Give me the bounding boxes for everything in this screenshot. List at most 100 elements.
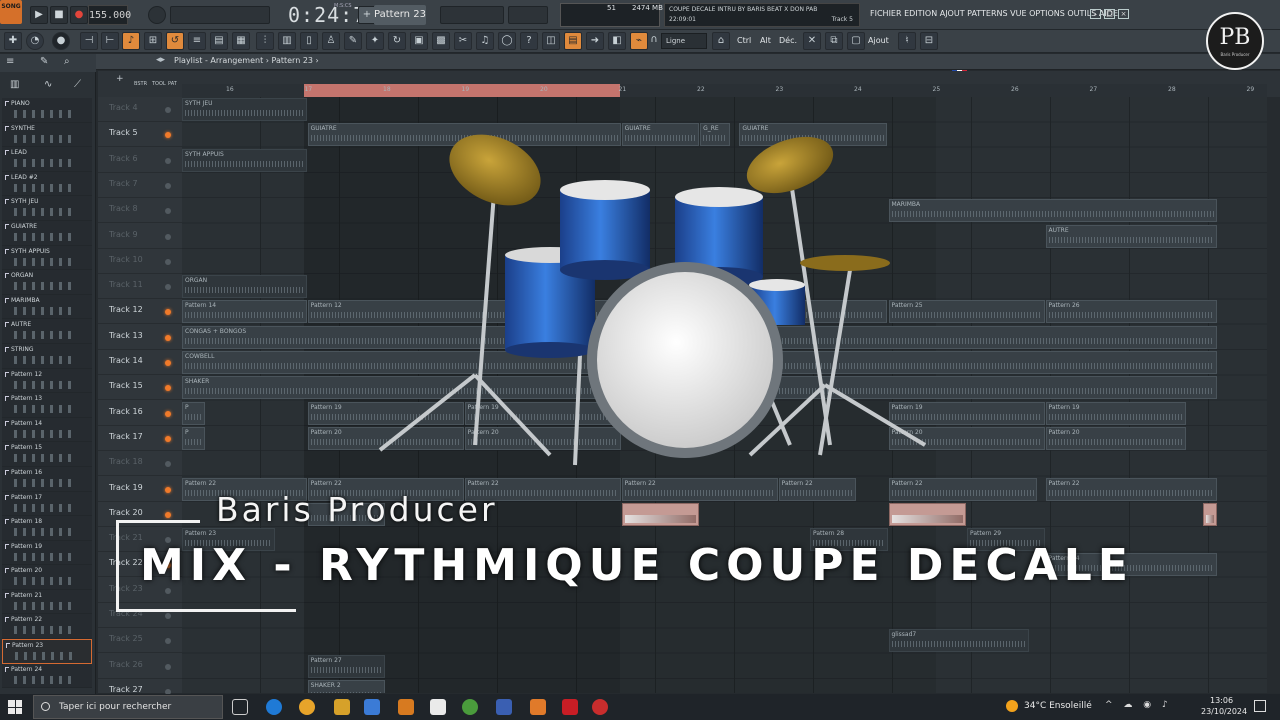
arrow-icon[interactable]: ➜: [586, 32, 604, 50]
playlist-clip[interactable]: AUTRE: [1045, 224, 1218, 248]
paste-icon[interactable]: ▢: [847, 32, 865, 50]
browser-item[interactable]: Pattern 21: [2, 589, 92, 615]
piano-tab-icon[interactable]: ▥: [10, 79, 19, 90]
browser-item[interactable]: ORGAN: [2, 270, 92, 295]
browser-item[interactable]: Pattern 18: [2, 516, 92, 541]
tool-icon-3[interactable]: ♪: [122, 32, 140, 50]
track-header[interactable]: Track 16: [98, 401, 182, 426]
playlist-clip[interactable]: Pattern 22: [621, 477, 778, 501]
save-icon[interactable]: ▣: [410, 32, 428, 50]
export-icon[interactable]: ▩: [432, 32, 450, 50]
file-explorer-icon[interactable]: [334, 699, 350, 715]
playlist-arrow-icon[interactable]: ◂▸: [156, 55, 165, 65]
system-tray-icons[interactable]: ^ ☁ ◉ ♪: [1105, 700, 1172, 710]
browser-search-icon[interactable]: ⌕: [64, 56, 70, 67]
fl-studio-icon[interactable]: [398, 699, 414, 715]
copy-icon[interactable]: ⧉: [825, 32, 843, 50]
browser-item[interactable]: MARIMBA: [2, 294, 92, 320]
track-header[interactable]: Track 18: [98, 451, 182, 477]
chrome-icon[interactable]: [299, 699, 315, 715]
track-header[interactable]: Track 10: [98, 249, 182, 274]
track-mute-led[interactable]: [165, 157, 171, 164]
browser-item[interactable]: Pattern 12: [2, 368, 92, 394]
playlist-clip[interactable]: Pattern 27: [307, 654, 386, 678]
track-mute-led[interactable]: [165, 107, 171, 113]
playlist-clip[interactable]: P: [182, 426, 205, 450]
paint-icon[interactable]: ✦: [366, 32, 384, 50]
mic-rec-icon[interactable]: ♮: [898, 32, 916, 50]
stop-icon[interactable]: ■: [50, 6, 68, 24]
track-header[interactable]: Track 14: [98, 350, 182, 375]
cpu-knob-icon[interactable]: ◔: [26, 32, 44, 50]
plugin-icon[interactable]: ♙: [322, 32, 340, 50]
browser-tool-icon[interactable]: ✎: [40, 56, 48, 67]
playlist-clip[interactable]: [621, 502, 700, 526]
help-icon[interactable]: ?: [520, 32, 538, 50]
browser-item[interactable]: Pattern 17: [2, 491, 92, 517]
pattern-selector[interactable]: Pattern 23: [374, 5, 426, 25]
track-mute-led[interactable]: [165, 258, 171, 265]
add-track-icon[interactable]: +: [116, 74, 124, 84]
track-mute-led[interactable]: [165, 638, 171, 645]
browser-menu-icon[interactable]: ≡: [6, 56, 14, 67]
track-mute-led[interactable]: [165, 360, 171, 366]
track-mute-led[interactable]: [165, 410, 171, 417]
tool-icon-5[interactable]: ↺: [166, 32, 184, 50]
close-icon[interactable]: ×: [1118, 9, 1129, 19]
browser-item[interactable]: Pattern 19: [2, 540, 92, 566]
app-icon-2[interactable]: [496, 699, 512, 715]
tool-icon-4[interactable]: ⊞: [144, 32, 162, 50]
browser-item[interactable]: PIANO: [2, 98, 92, 123]
track-mute-led[interactable]: [165, 486, 171, 493]
record-icon[interactable]: ●: [70, 6, 88, 24]
browser-item[interactable]: LEAD: [2, 147, 92, 172]
track-mute-led[interactable]: [165, 613, 171, 619]
fl-studio-active-icon[interactable]: [530, 699, 546, 715]
browser-item[interactable]: Pattern 14: [2, 417, 92, 443]
dec-button[interactable]: Déc.: [779, 33, 797, 49]
notification-icon[interactable]: [1254, 700, 1266, 712]
track-header[interactable]: Track 25: [98, 628, 182, 654]
track-header[interactable]: Track 4: [98, 97, 182, 122]
swing-slider[interactable]: [508, 6, 548, 24]
track-mute-led[interactable]: [165, 233, 171, 240]
song-mode-button[interactable]: SONG: [0, 0, 22, 24]
browser-item[interactable]: Pattern 13: [2, 393, 92, 418]
stamp-icon[interactable]: ◧: [608, 32, 626, 50]
track-header[interactable]: Track 7: [98, 173, 182, 198]
store-icon[interactable]: [364, 699, 380, 715]
master-pitch-slider[interactable]: [170, 6, 270, 24]
track-header[interactable]: Track 5: [98, 122, 182, 148]
browser-item[interactable]: GUIATRE: [2, 220, 92, 246]
playlist-clip[interactable]: P: [182, 401, 205, 425]
delete-icon[interactable]: ✕: [803, 32, 821, 50]
mixer-icon[interactable]: ⫶: [256, 32, 274, 50]
playlist-scrollbar[interactable]: [1267, 97, 1280, 693]
tool-icon-1[interactable]: ⊣: [80, 32, 98, 50]
track-header[interactable]: Track 19: [98, 477, 182, 502]
playlist-clip[interactable]: [1202, 502, 1218, 526]
ctrl-button[interactable]: Ctrl: [737, 33, 751, 49]
magnet-icon[interactable]: ∩: [648, 32, 660, 50]
track-header[interactable]: Track 20: [98, 502, 182, 527]
browser-item[interactable]: SYNTHE: [2, 122, 92, 148]
track-mute-led[interactable]: [165, 461, 171, 468]
track-header[interactable]: Track 11: [98, 274, 182, 300]
tempo-display[interactable]: 155.000: [88, 5, 131, 25]
track-header[interactable]: Track 8: [98, 198, 182, 224]
app-icon[interactable]: [430, 699, 446, 715]
chat-icon[interactable]: ◯: [498, 32, 516, 50]
playlist-clip[interactable]: glissad7: [888, 629, 1029, 653]
task-view-icon[interactable]: [232, 699, 248, 715]
track-header[interactable]: Track 26: [98, 654, 182, 679]
track-header[interactable]: Track 24: [98, 603, 182, 628]
main-volume-icon[interactable]: ●: [52, 32, 70, 50]
browser-item[interactable]: SYTH APPUIS: [2, 245, 92, 271]
clock-date[interactable]: 23/10/2024: [1201, 707, 1247, 716]
browser-item[interactable]: Pattern 15: [2, 442, 92, 467]
netflix-icon[interactable]: [562, 699, 578, 715]
timeline-ruler[interactable]: 16 17 18 19 20 21 22 23 24 25 26 27 28 29: [182, 84, 1267, 97]
tool-icon-6[interactable]: ≡: [188, 32, 206, 50]
browser-item[interactable]: AUTRE: [2, 319, 92, 344]
playlist-clip[interactable]: Pattern 22: [1045, 477, 1218, 501]
